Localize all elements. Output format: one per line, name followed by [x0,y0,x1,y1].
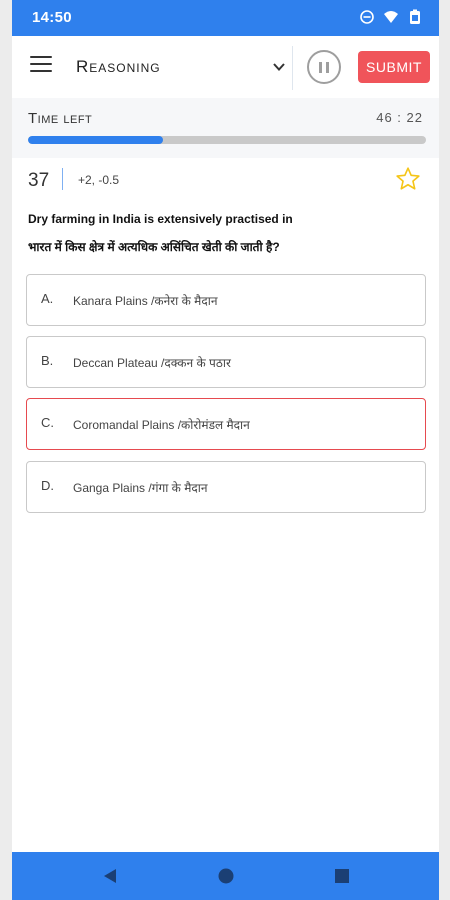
status-icons [359,9,423,25]
do-not-disturb-icon [360,10,374,24]
status-time: 14:50 [32,9,72,26]
battery-icon [410,9,420,24]
timer-panel: Time left 46 : 22 [12,98,439,158]
option-c[interactable]: C. Coromandal Plains /कोरोमंडल मैदान [26,398,426,450]
meta-divider [62,168,63,190]
question-text: Dry farming in India is extensively prac… [28,210,423,256]
option-letter: A. [41,291,54,306]
option-letter: B. [41,353,54,368]
time-left-label: Time left [28,110,93,127]
header-divider [292,46,293,90]
pause-icon [319,62,322,73]
recents-icon[interactable] [332,866,352,886]
menu-button[interactable] [30,56,52,74]
question-text-hindi: भारत में किस क्षेत्र में अत्यधिक असिंचित… [28,240,280,254]
option-letter: D. [41,478,54,493]
wifi-icon [384,11,398,23]
menu-icon [30,56,52,58]
pause-button[interactable] [307,50,341,84]
chevron-down-icon [273,63,285,71]
time-left-value: 46 : 22 [376,110,423,125]
status-bar: 14:50 [12,0,439,36]
option-b[interactable]: B. Deccan Plateau /दक्कन के पठार [26,336,426,388]
navigation-bar [12,852,439,900]
back-icon[interactable] [100,866,120,886]
question-text-english: Dry farming in India is extensively prac… [28,212,293,226]
home-icon[interactable] [216,866,236,886]
star-icon[interactable] [395,166,421,192]
time-progress-fill [28,136,164,144]
section-title: Reasoning [76,57,161,76]
option-text: Deccan Plateau /दक्कन के पठार [73,356,231,370]
submit-button[interactable]: SUBMIT [358,51,430,83]
option-text: Ganga Plains /गंगा के मैदान [73,481,208,495]
app-header: Reasoning SUBMIT [12,36,439,98]
question-meta: 37 +2, -0.5 [12,160,439,198]
option-text: Coromandal Plains /कोरोमंडल मैदान [73,418,250,432]
question-number: 37 [28,170,50,191]
app-screen: 14:50 Reasoning SUBMIT Time left 46: 22… [12,0,439,900]
option-a[interactable]: A. Kanara Plains /कनेरा के मैदान [26,274,426,326]
time-progress-track [28,136,426,144]
option-d[interactable]: D. Ganga Plains /गंगा के मैदान [26,461,426,513]
option-letter: C. [41,415,54,430]
section-dropdown[interactable]: Reasoning [76,54,286,80]
question-marks: +2, -0.5 [78,173,120,187]
option-text: Kanara Plains /कनेरा के मैदान [73,294,218,308]
